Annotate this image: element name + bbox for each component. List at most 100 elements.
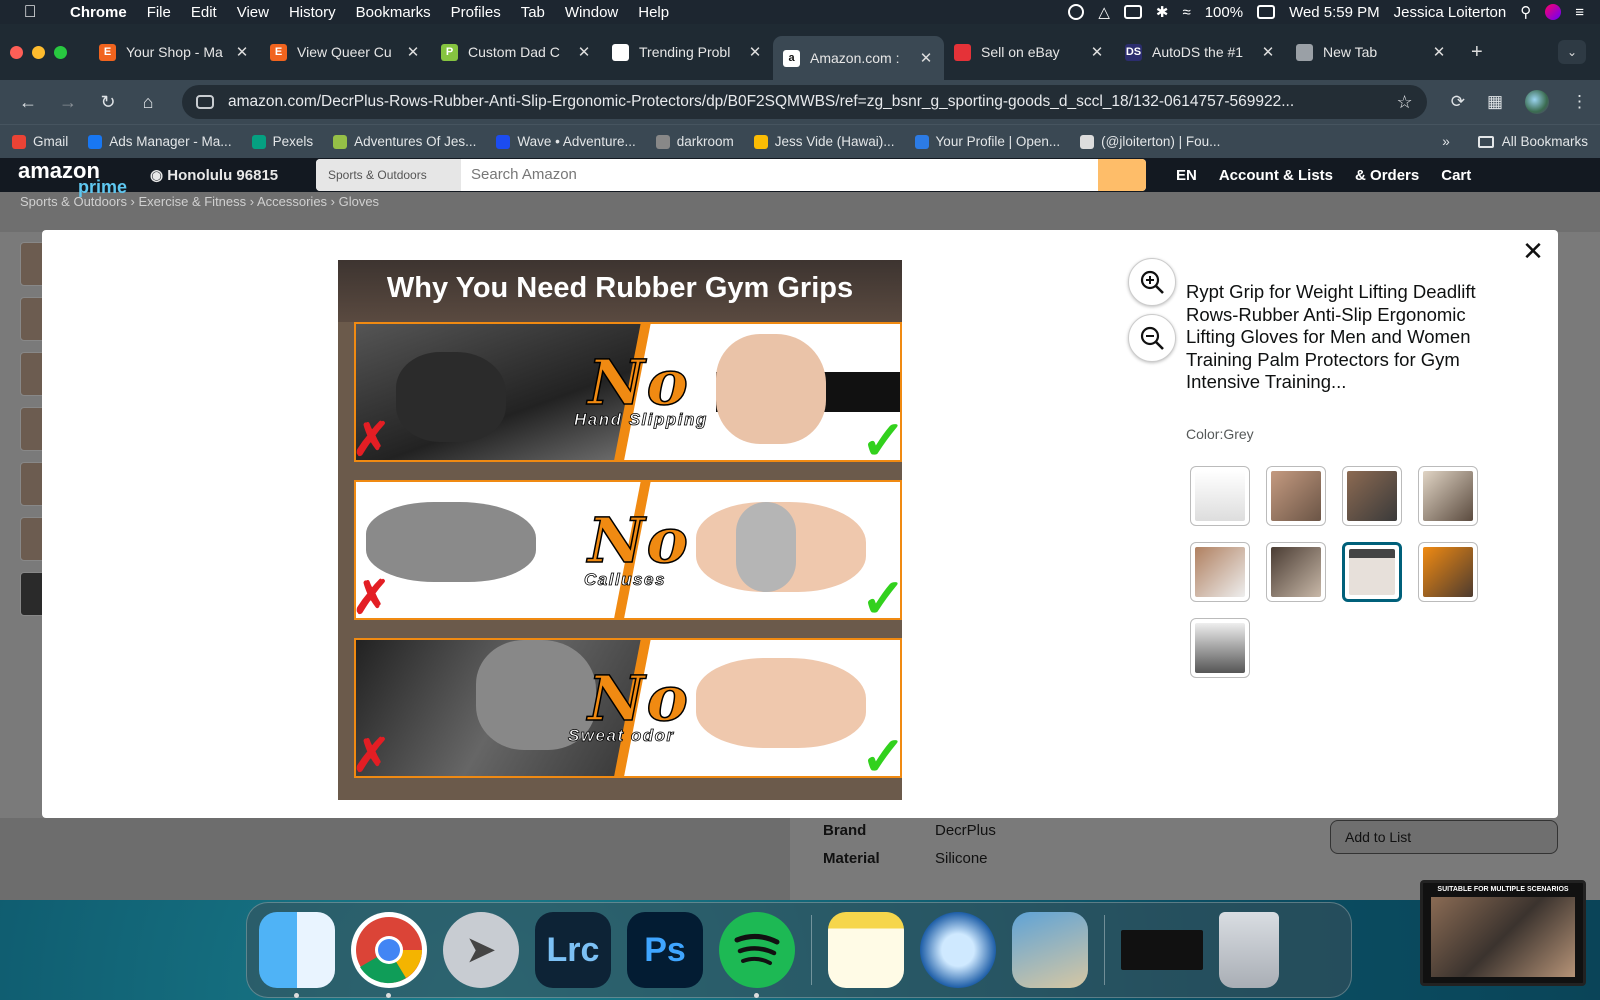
- language-select[interactable]: EN: [1176, 167, 1197, 184]
- modal-thumbnail[interactable]: [1342, 542, 1402, 602]
- modal-thumbnail[interactable]: [1418, 542, 1478, 602]
- close-tab-icon[interactable]: ✕: [747, 43, 763, 61]
- chrome-menu-icon[interactable]: ⋮: [1571, 92, 1588, 112]
- tab-search-chevron-icon[interactable]: ⌄: [1558, 40, 1586, 64]
- spotlight-search-icon[interactable]: ⚲: [1520, 3, 1531, 21]
- zoom-in-button[interactable]: [1128, 258, 1176, 306]
- wifi-icon[interactable]: ≈: [1182, 4, 1190, 21]
- minimize-window-button[interactable]: [32, 45, 45, 59]
- bookmark-item[interactable]: Jess Vide (Hawai)...: [753, 134, 895, 149]
- address-bar-url[interactable]: amazon.com/DecrPlus-Rows-Rubber-Anti-Sli…: [228, 93, 1385, 111]
- zoom-out-button[interactable]: [1128, 314, 1176, 362]
- picture-in-picture-window[interactable]: SUITABLE FOR MULTIPLE SCENARIOS: [1420, 880, 1586, 986]
- account-lists-link[interactable]: Account & Lists: [1219, 167, 1333, 184]
- browser-tab[interactable]: DS AutoDS the #1 ✕: [1115, 32, 1286, 72]
- address-bar[interactable]: amazon.com/DecrPlus-Rows-Rubber-Anti-Sli…: [182, 85, 1427, 119]
- bookmark-item[interactable]: (@jloiterton) | Fou...: [1080, 134, 1220, 149]
- browser-tab[interactable]: Sell on eBay ✕: [944, 32, 1115, 72]
- menu-history[interactable]: History: [279, 4, 346, 21]
- browser-tab[interactable]: a Amazon.com : ✕: [773, 36, 944, 80]
- battery-icon[interactable]: [1257, 5, 1276, 19]
- close-tab-icon[interactable]: ✕: [405, 43, 421, 61]
- dock-spotify-mini[interactable]: [1121, 930, 1203, 970]
- browser-tab[interactable]: New Tab ✕: [1286, 32, 1457, 72]
- menu-profiles[interactable]: Profiles: [441, 4, 511, 21]
- amazon-prime-logo[interactable]: amazon prime: [0, 160, 150, 197]
- creative-cloud-icon[interactable]: [1068, 4, 1085, 20]
- menubar-user[interactable]: Jessica Loiterton: [1394, 4, 1507, 21]
- dock-chrome[interactable]: [351, 912, 427, 998]
- menu-edit[interactable]: Edit: [181, 4, 227, 21]
- add-to-list-button[interactable]: Add to List: [1330, 820, 1558, 854]
- menu-tab[interactable]: Tab: [511, 4, 555, 21]
- dock-trash[interactable]: [1219, 912, 1279, 988]
- browser-tab[interactable]: Trending Probl ✕: [602, 32, 773, 72]
- apple-menu-icon[interactable]: : [0, 2, 60, 22]
- dock-spotify[interactable]: [719, 912, 795, 998]
- control-center-icon[interactable]: ≡: [1575, 4, 1584, 21]
- bookmark-item[interactable]: Pexels: [251, 134, 313, 149]
- dock-lightroom[interactable]: Lrc: [535, 912, 611, 988]
- search-category-select[interactable]: Sports & Outdoors: [316, 159, 461, 191]
- dock-finder[interactable]: [259, 912, 335, 998]
- modal-thumbnail[interactable]: [1418, 466, 1478, 526]
- bookmark-item[interactable]: Your Profile | Open...: [914, 134, 1060, 149]
- extensions-puzzle-icon[interactable]: ▦: [1487, 92, 1503, 112]
- close-tab-icon[interactable]: ✕: [1431, 43, 1447, 61]
- profile-avatar[interactable]: [1525, 90, 1549, 114]
- orders-link[interactable]: & Orders: [1355, 167, 1419, 184]
- bookmark-star-icon[interactable]: ☆: [1397, 92, 1413, 113]
- close-tab-icon[interactable]: ✕: [576, 43, 592, 61]
- close-modal-icon[interactable]: ✕: [1518, 236, 1548, 267]
- bookmark-item[interactable]: darkroom: [655, 134, 734, 149]
- deliver-to[interactable]: ◉ Honolulu 96815: [150, 166, 310, 184]
- bookmark-item[interactable]: Adventures Of Jes...: [333, 134, 476, 149]
- modal-thumbnail[interactable]: [1342, 466, 1402, 526]
- search-input[interactable]: Search Amazon: [461, 159, 1098, 191]
- browser-tab[interactable]: E View Queer Cu ✕: [260, 32, 431, 72]
- cart-link[interactable]: Cart: [1441, 167, 1471, 184]
- breadcrumb[interactable]: Sports & Outdoors › Exercise & Fitness ›…: [0, 192, 1600, 232]
- close-tab-icon[interactable]: ✕: [1260, 43, 1276, 61]
- back-arrow-icon[interactable]: ←: [12, 92, 44, 113]
- close-tab-icon[interactable]: ✕: [918, 49, 934, 67]
- modal-thumbnail[interactable]: [1266, 542, 1326, 602]
- airplay-icon[interactable]: [1123, 5, 1142, 19]
- bookmark-item[interactable]: Ads Manager - Ma...: [88, 134, 232, 149]
- modal-thumbnail[interactable]: [1190, 466, 1250, 526]
- dock-preview[interactable]: [1012, 912, 1088, 988]
- product-hero-image[interactable]: Why You Need Rubber Gym Grips No Hand Sl…: [338, 260, 902, 800]
- dock-launchpad[interactable]: ➤: [443, 912, 519, 988]
- modal-thumbnail[interactable]: [1190, 542, 1250, 602]
- more-bookmarks-icon[interactable]: »: [1442, 134, 1450, 149]
- menu-window[interactable]: Window: [555, 4, 628, 21]
- flame-icon[interactable]: △: [1098, 3, 1110, 21]
- dock-photoshop[interactable]: Ps: [627, 912, 703, 988]
- siri-icon[interactable]: [1545, 4, 1562, 20]
- bookmark-item[interactable]: Wave • Adventure...: [496, 134, 636, 149]
- new-tab-button[interactable]: +: [1471, 41, 1483, 64]
- dock-quicktime[interactable]: [920, 912, 996, 988]
- close-tab-icon[interactable]: ✕: [234, 43, 250, 61]
- sync-icon[interactable]: ⟳: [1451, 92, 1465, 112]
- bookmark-item[interactable]: Gmail: [12, 134, 68, 149]
- menubar-clock[interactable]: Wed 5:59 PM: [1289, 4, 1380, 21]
- home-icon[interactable]: ⌂: [132, 92, 164, 113]
- menu-bookmarks[interactable]: Bookmarks: [346, 4, 441, 21]
- menu-view[interactable]: View: [227, 4, 279, 21]
- reload-icon[interactable]: ↻: [92, 92, 124, 113]
- forward-arrow-icon[interactable]: →: [52, 92, 84, 113]
- modal-thumbnail[interactable]: [1190, 618, 1250, 678]
- modal-thumbnail[interactable]: [1266, 466, 1326, 526]
- zoom-window-button[interactable]: [54, 45, 67, 59]
- bluetooth-icon[interactable]: ✱: [1156, 3, 1169, 21]
- all-bookmarks-folder[interactable]: All Bookmarks: [1477, 134, 1588, 149]
- browser-tab[interactable]: E Your Shop - Ma ✕: [89, 32, 260, 72]
- menu-app-name[interactable]: Chrome: [60, 4, 137, 21]
- close-tab-icon[interactable]: ✕: [1089, 43, 1105, 61]
- close-window-button[interactable]: [10, 45, 23, 59]
- browser-tab[interactable]: P Custom Dad C ✕: [431, 32, 602, 72]
- menu-file[interactable]: File: [137, 4, 181, 21]
- dock-notes[interactable]: [828, 912, 904, 988]
- menu-help[interactable]: Help: [628, 4, 679, 21]
